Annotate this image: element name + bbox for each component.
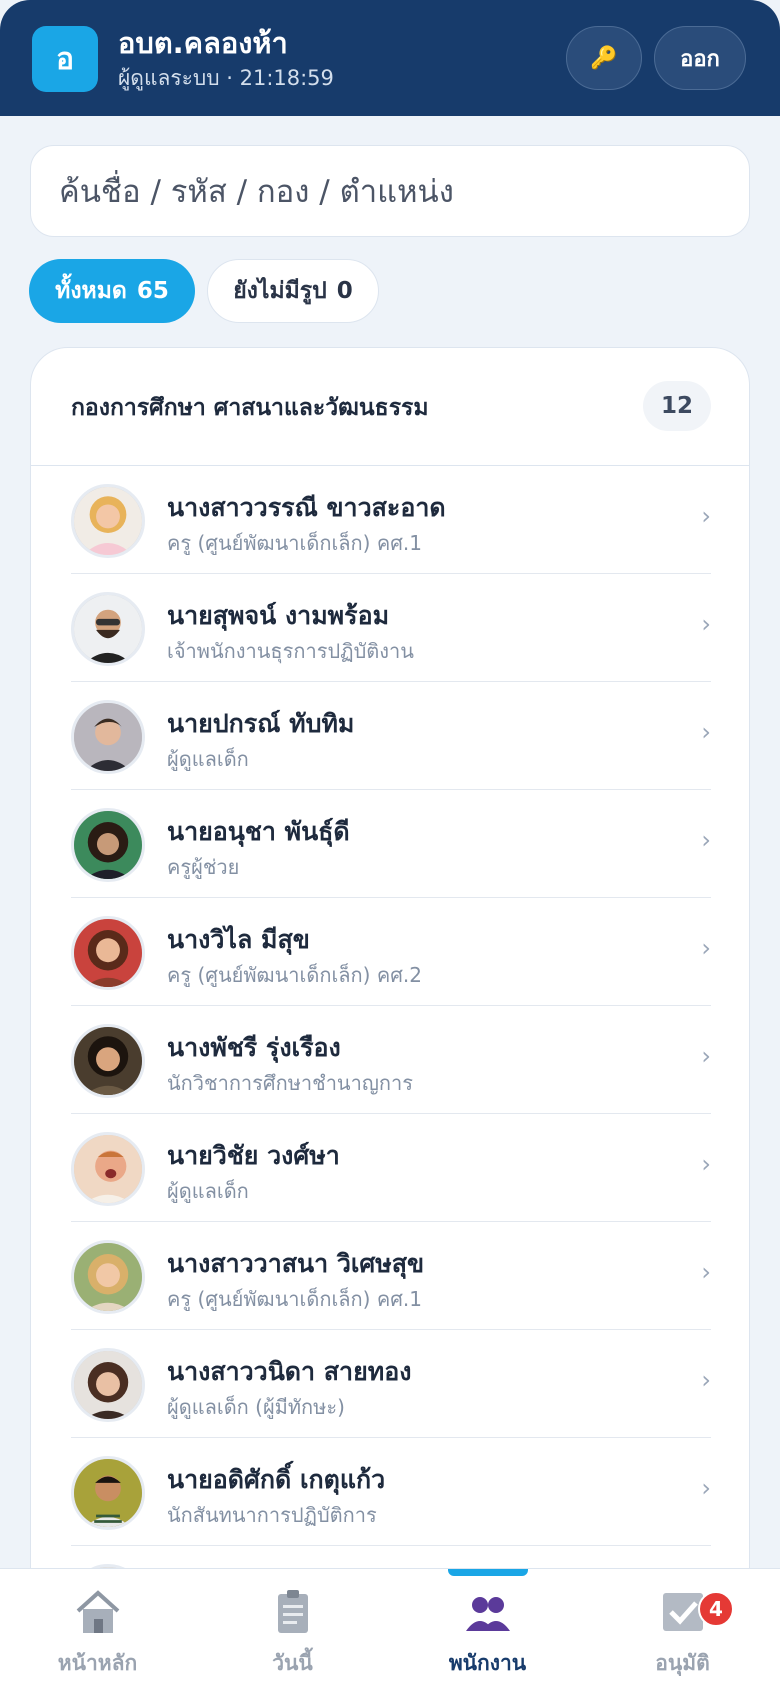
home-icon — [76, 1590, 119, 1633]
staff-row[interactable]: นางสาววนิดา สายทอง ผู้ดูแลเด็ก (ผู้มีทัก… — [71, 1330, 711, 1438]
avatar — [71, 808, 145, 882]
department-count-badge: 12 — [643, 381, 711, 431]
avatar — [71, 1348, 145, 1422]
filter-all-chip[interactable]: ทั้งหมด 65 — [29, 259, 195, 323]
staff-row[interactable]: นางวิไล มีสุข ครู (ศูนย์พัฒนาเด็กเล็ก) ค… — [71, 898, 711, 1006]
staff-role: นักวิชาการศึกษาชำนาญการ — [167, 1071, 413, 1095]
tab-approve[interactable]: อนุมัติ — [585, 1569, 780, 1688]
avatar — [71, 1024, 145, 1098]
tab-home[interactable]: หน้าหลัก — [0, 1569, 195, 1688]
filter-no-photo-chip[interactable]: ยังไม่มีรูป 0 — [207, 259, 379, 323]
staff-role: ผู้ดูแลเด็ก — [167, 747, 249, 771]
department-card: กองการศึกษา ศาสนาและวัฒนธรรม 12 นางสาววร… — [30, 347, 750, 1688]
staff-role: ครู (ศูนย์พัฒนาเด็กเล็ก) คศ.1 — [167, 1287, 422, 1311]
tab-home-label: หน้าหลัก — [57, 1651, 138, 1675]
chevron-right-icon: › — [701, 1150, 711, 1178]
chevron-right-icon: › — [701, 1474, 711, 1502]
app-subtitle: ผู้ดูแลระบบ · 21:18:59 — [118, 66, 334, 90]
staff-name: นายวิชัย วงศ์ษา — [167, 1141, 340, 1170]
staff-name: นางวิไล มีสุข — [167, 925, 310, 954]
avatar — [71, 484, 145, 558]
app-logo: อ — [32, 26, 98, 92]
bottom-tab-bar: หน้าหลัก วันนี้ พนักงาน อนุมัติ 4 — [0, 1568, 780, 1688]
tab-today[interactable]: วันนี้ — [195, 1569, 390, 1688]
search-input[interactable]: ค้นชื่อ / รหัส / กอง / ตำแหน่ง — [30, 145, 750, 237]
chevron-right-icon: › — [701, 1258, 711, 1286]
key-icon: 🔑 — [590, 45, 618, 71]
chevron-right-icon: › — [701, 718, 711, 746]
filter-all-label: ทั้งหมด — [55, 278, 127, 304]
app-header: อ อบต.คลองห้า ผู้ดูแลระบบ · 21:18:59 🔑 อ… — [0, 0, 780, 116]
avatar — [71, 700, 145, 774]
staff-row[interactable]: นางสาววรรณี ขาวสะอาด ครู (ศูนย์พัฒนาเด็ก… — [71, 466, 711, 574]
staff-name: นายอดิศักดิ์ เกตุแก้ว — [167, 1465, 386, 1494]
staff-row[interactable]: นายอดิศักดิ์ เกตุแก้ว นักสันทนาการปฏิบัต… — [71, 1438, 711, 1546]
tab-staff-label: พนักงาน — [448, 1651, 527, 1675]
filter-no-photo-label: ยังไม่มีรูป — [233, 278, 327, 304]
avatar — [71, 1240, 145, 1314]
department-header[interactable]: กองการศึกษา ศาสนาและวัฒนธรรม 12 — [31, 348, 749, 466]
filter-all-count: 65 — [136, 278, 169, 304]
staff-name: นางพัชรี รุ่งเรือง — [167, 1033, 341, 1062]
avatar — [71, 1132, 145, 1206]
avatar — [71, 916, 145, 990]
staff-role: ผู้ดูแลเด็ก (ผู้มีทักษะ) — [167, 1395, 345, 1419]
app-title: อบต.คลองห้า — [118, 26, 288, 60]
staff-role: ครู (ศูนย์พัฒนาเด็กเล็ก) คศ.2 — [167, 963, 422, 987]
staff-role: เจ้าพนักงานธุรการปฏิบัติงาน — [167, 639, 414, 663]
approve-count-badge: 4 — [698, 1591, 734, 1627]
staff-row[interactable]: นายปกรณ์ ทับทิม ผู้ดูแลเด็ก › — [71, 682, 711, 790]
logout-button[interactable]: ออก — [654, 26, 746, 90]
staff-row[interactable]: นายอนุชา พันธุ์ดี ครูผู้ช่วย › — [71, 790, 711, 898]
staff-list: นางสาววรรณี ขาวสะอาด ครู (ศูนย์พัฒนาเด็ก… — [71, 466, 711, 1654]
staff-row[interactable]: นางพัชรี รุ่งเรือง นักวิชาการศึกษาชำนาญก… — [71, 1006, 711, 1114]
staff-name: นายอนุชา พันธุ์ดี — [167, 817, 350, 846]
staff-name: นางสาววาสนา วิเศษสุข — [167, 1249, 425, 1278]
staff-role: ครูผู้ช่วย — [167, 855, 240, 879]
staff-row[interactable]: นางสาววาสนา วิเศษสุข ครู (ศูนย์พัฒนาเด็ก… — [71, 1222, 711, 1330]
avatar — [71, 1456, 145, 1530]
staff-name: นางสาววรรณี ขาวสะอาด — [167, 493, 446, 522]
tab-today-label: วันนี้ — [272, 1651, 313, 1675]
change-password-button[interactable]: 🔑 — [566, 26, 642, 90]
staff-row[interactable]: นายวิชัย วงศ์ษา ผู้ดูแลเด็ก › — [71, 1114, 711, 1222]
chevron-right-icon: › — [701, 1366, 711, 1394]
chevron-right-icon: › — [701, 502, 711, 530]
filter-no-photo-count: 0 — [336, 278, 353, 304]
chevron-right-icon: › — [701, 610, 711, 638]
staff-row[interactable]: นายสุพจน์ งามพร้อม เจ้าพนักงานธุรการปฏิบ… — [71, 574, 711, 682]
chevron-right-icon: › — [701, 1042, 711, 1070]
people-icon — [465, 1597, 510, 1631]
tab-approve-label: อนุมัติ — [655, 1651, 710, 1675]
staff-name: นายปกรณ์ ทับทิม — [167, 709, 355, 738]
staff-name: นายสุพจน์ งามพร้อม — [167, 601, 390, 630]
staff-role: ครู (ศูนย์พัฒนาเด็กเล็ก) คศ.1 — [167, 531, 422, 555]
clipboard-icon — [277, 1590, 308, 1633]
avatar — [71, 592, 145, 666]
staff-role: นักสันทนาการปฏิบัติการ — [167, 1503, 377, 1527]
tab-staff[interactable]: พนักงาน — [390, 1569, 585, 1688]
staff-name: นางสาววนิดา สายทอง — [167, 1357, 412, 1386]
chevron-right-icon: › — [701, 826, 711, 854]
staff-role: ผู้ดูแลเด็ก — [167, 1179, 249, 1203]
department-name: กองการศึกษา ศาสนาและวัฒนธรรม — [71, 395, 429, 421]
chevron-right-icon: › — [701, 934, 711, 962]
